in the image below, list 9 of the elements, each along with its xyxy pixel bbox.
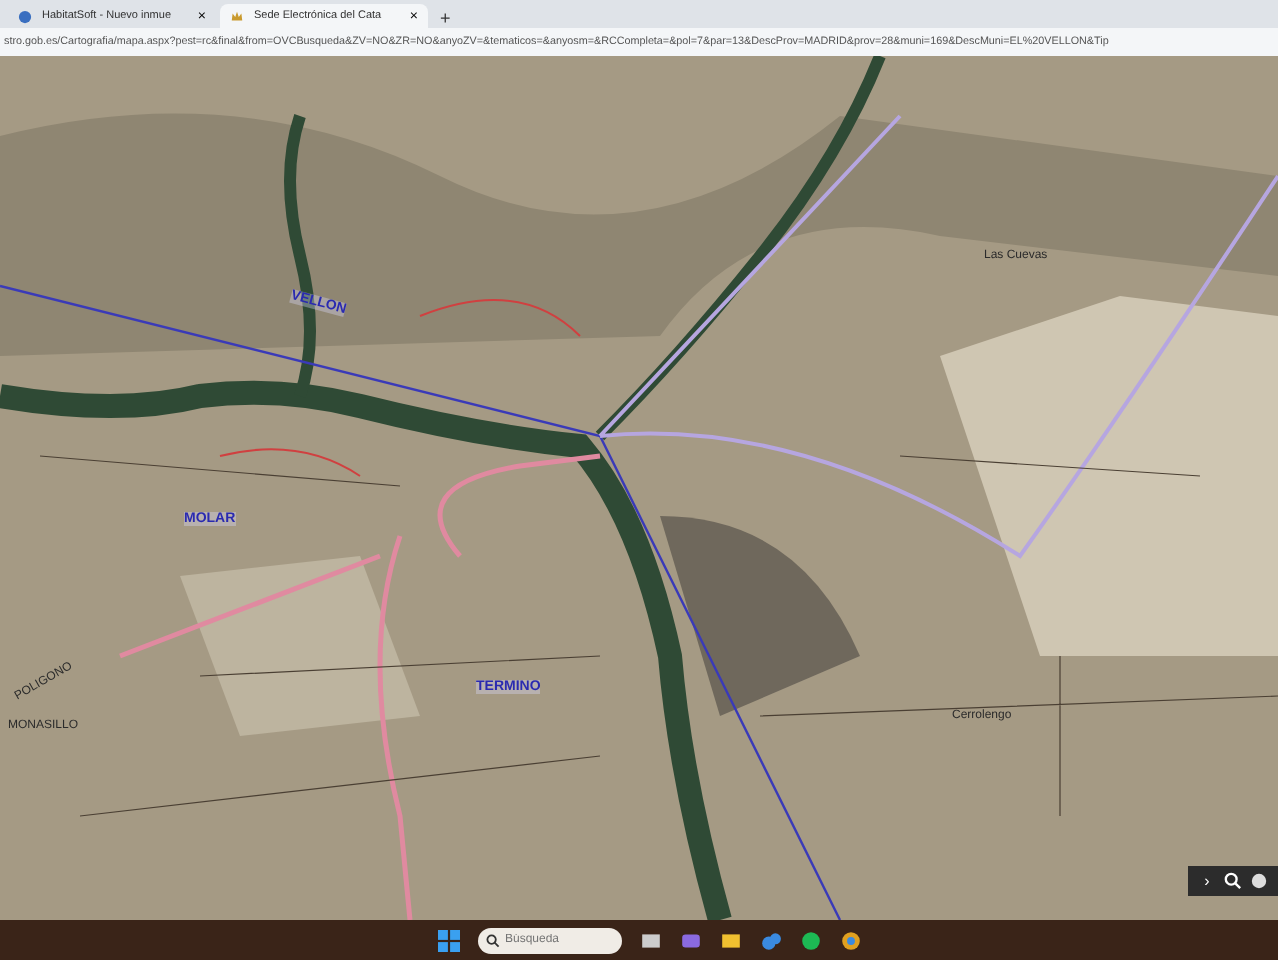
folder-icon[interactable] [719, 929, 741, 951]
new-tab-button[interactable]: + [432, 8, 459, 28]
search-icon [485, 933, 499, 947]
expand-button[interactable]: › [1198, 872, 1216, 890]
window-icon[interactable] [639, 929, 661, 951]
cloud-icon[interactable] [759, 929, 781, 951]
crown-icon [230, 9, 244, 23]
search-icon[interactable] [1224, 872, 1242, 890]
start-icon[interactable] [437, 929, 459, 951]
